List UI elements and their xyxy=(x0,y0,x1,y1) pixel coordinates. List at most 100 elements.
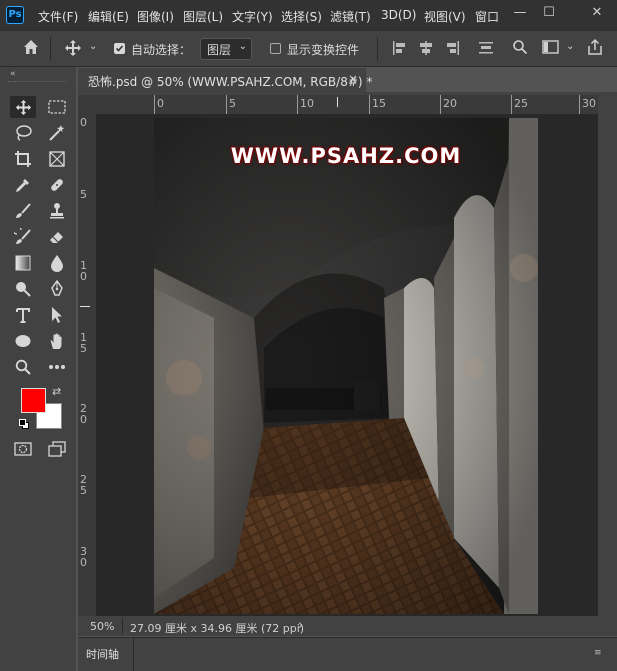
gradient-tool-icon[interactable] xyxy=(10,252,36,274)
move-tool-icon[interactable] xyxy=(10,96,36,118)
document-tab[interactable]: 恐怖.psd @ 50% (WWW.PSAHZ.COM, RGB/8#) * × xyxy=(78,68,372,92)
menu-3d[interactable]: 3D(D) xyxy=(381,8,416,22)
ruler-corner xyxy=(78,95,98,114)
ruler-label: 0 xyxy=(80,116,87,129)
zoom-tool-icon[interactable] xyxy=(10,356,36,378)
workspace-icon[interactable] xyxy=(542,39,559,59)
ruler-label: 25 xyxy=(514,97,528,110)
ruler-cursor-marker xyxy=(80,306,90,307)
more-tools-icon[interactable] xyxy=(44,356,70,378)
divider xyxy=(122,618,123,634)
menu-window[interactable]: 窗口 xyxy=(475,8,499,25)
screen-mode-icon[interactable] xyxy=(44,438,70,460)
document-image[interactable]: WWW.PSAHZ.COM xyxy=(154,118,538,614)
ruler-label: 2 5 xyxy=(80,473,87,497)
ruler-label: 5 xyxy=(80,188,87,201)
ruler-cursor-marker xyxy=(337,97,338,107)
ruler-label: 10 xyxy=(300,97,314,110)
swap-colors-icon[interactable]: ⇄ xyxy=(52,385,61,398)
stamp-tool-icon[interactable] xyxy=(44,200,70,222)
photoshop-logo: Ps xyxy=(6,6,24,24)
dodge-tool-icon[interactable] xyxy=(10,278,36,300)
menu-select[interactable]: 选择(S) xyxy=(281,8,322,25)
chevron-down-icon: ⌄ xyxy=(238,41,247,52)
ruler-label: 15 xyxy=(372,97,386,110)
tools-panel: « ⇄ xyxy=(0,67,76,671)
zoom-level[interactable]: 50% xyxy=(90,620,114,633)
vertical-ruler: 0 5 1 0 1 5 2 0 2 5 3 0 xyxy=(78,114,96,616)
auto-select-label: 自动选择： xyxy=(131,43,192,57)
ruler-label: 5 xyxy=(229,97,236,110)
timeline-tab-frame xyxy=(78,638,134,671)
menu-layer[interactable]: 图层(L) xyxy=(183,8,223,25)
document-title: 恐怖.psd @ 50% (WWW.PSAHZ.COM, RGB/8#) * xyxy=(88,75,373,89)
panel-grip xyxy=(8,81,66,84)
divider xyxy=(377,37,378,61)
panel-menu-icon[interactable]: ≡ xyxy=(594,648,602,658)
auto-select-checkbox[interactable] xyxy=(114,43,125,54)
search-icon[interactable] xyxy=(512,39,528,59)
frame-tool-icon[interactable] xyxy=(44,148,70,170)
minimize-button[interactable]: — xyxy=(508,3,532,23)
foreground-color-swatch[interactable] xyxy=(21,388,46,413)
ruler-label: 20 xyxy=(443,97,457,110)
close-tab-icon[interactable]: × xyxy=(348,72,358,86)
pen-tool-icon[interactable] xyxy=(44,278,70,300)
align-top-icon[interactable] xyxy=(478,40,494,60)
show-transform-checkbox[interactable] xyxy=(270,43,281,54)
hand-tool-icon[interactable] xyxy=(44,330,70,352)
menu-bar: Ps 文件(F) 编辑(E) 图像(I) 图层(L) 文字(Y) 选择(S) 滤… xyxy=(0,0,617,31)
menu-filter[interactable]: 滤镜(T) xyxy=(330,8,371,25)
align-right-icon[interactable] xyxy=(444,40,460,60)
status-bar: 50% 27.09 厘米 x 34.96 厘米 (72 ppi) › xyxy=(78,616,598,636)
ruler-label: 3 0 xyxy=(80,545,87,569)
path-selection-tool-icon[interactable] xyxy=(44,304,70,326)
eyedropper-tool-icon[interactable] xyxy=(10,174,36,196)
ruler-label: 2 0 xyxy=(80,402,87,426)
document-info: 27.09 厘米 x 34.96 厘米 (72 ppi) xyxy=(130,622,305,635)
maximize-button[interactable]: ☐ xyxy=(537,3,561,23)
show-transform-label: 显示变换控件 xyxy=(287,43,360,57)
vertical-scrollbar[interactable] xyxy=(598,95,617,636)
home-icon[interactable] xyxy=(22,38,40,60)
menu-edit[interactable]: 编辑(E) xyxy=(88,8,129,25)
ellipse-tool-icon[interactable] xyxy=(10,330,36,352)
type-tool-icon[interactable] xyxy=(10,304,36,326)
history-brush-tool-icon[interactable] xyxy=(10,226,36,248)
auto-select-target-value: 图层 xyxy=(207,43,232,57)
share-icon[interactable] xyxy=(586,38,604,60)
blur-tool-icon[interactable] xyxy=(44,252,70,274)
auto-select-target-dropdown[interactable]: 图层 ⌄ xyxy=(200,38,252,60)
default-colors-icon[interactable] xyxy=(19,419,30,430)
corridor-illustration xyxy=(154,118,538,614)
crop-tool-icon[interactable] xyxy=(10,148,36,170)
move-tool-options-icon[interactable] xyxy=(64,39,82,61)
marquee-tool-icon[interactable] xyxy=(44,96,70,118)
collapse-chevrons-icon[interactable]: « xyxy=(10,69,16,79)
chevron-down-icon[interactable]: ⌄ xyxy=(89,41,97,52)
ruler-label: 30 xyxy=(582,97,596,110)
quick-mask-icon[interactable] xyxy=(10,438,36,460)
timeline-panel: 时间轴 ≡ xyxy=(78,637,617,671)
magic-wand-tool-icon[interactable] xyxy=(44,122,70,144)
align-center-icon[interactable] xyxy=(418,40,434,60)
ruler-label: 1 0 xyxy=(80,259,87,283)
ruler-label: 1 5 xyxy=(80,331,87,355)
healing-brush-tool-icon[interactable] xyxy=(44,174,70,196)
horizontal-ruler: 0 5 10 15 20 25 30 xyxy=(98,95,598,114)
align-left-icon[interactable] xyxy=(392,40,408,60)
menu-type[interactable]: 文字(Y) xyxy=(232,8,273,25)
ruler-label: 0 xyxy=(157,97,164,110)
eraser-tool-icon[interactable] xyxy=(44,226,70,248)
divider xyxy=(50,37,51,61)
brush-tool-icon[interactable] xyxy=(10,200,36,222)
menu-image[interactable]: 图像(I) xyxy=(137,8,174,25)
menu-view[interactable]: 视图(V) xyxy=(424,8,466,25)
watermark-text: WWW.PSAHZ.COM xyxy=(230,144,462,168)
options-bar: ⌄ 自动选择： 图层 ⌄ 显示变换控件 ⌄ xyxy=(0,31,617,67)
chevron-down-icon[interactable]: ⌄ xyxy=(566,41,574,52)
menu-file[interactable]: 文件(F) xyxy=(38,8,78,25)
close-button[interactable]: ✕ xyxy=(585,3,609,23)
status-menu-arrow-icon[interactable]: › xyxy=(298,618,303,633)
lasso-tool-icon[interactable] xyxy=(10,122,36,144)
